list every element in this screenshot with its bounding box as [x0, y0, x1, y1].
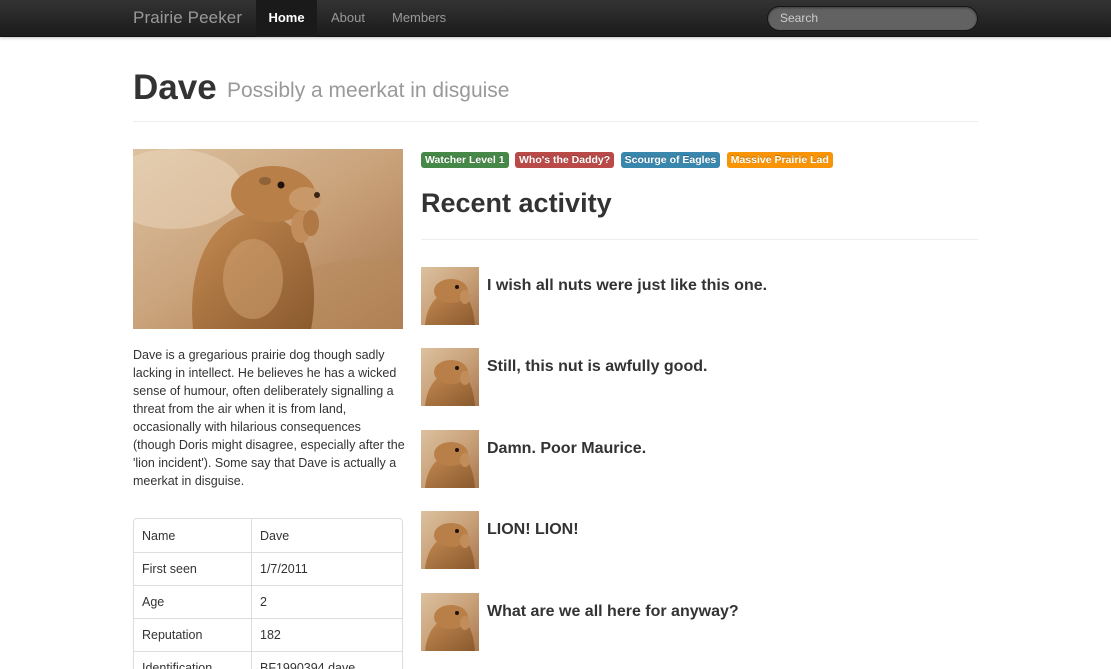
activity-text: I wish all nuts were just like this one. — [487, 277, 768, 294]
activity-item: Still, this nut is awfully good. — [421, 348, 978, 406]
table-row: Age 2 — [134, 585, 402, 618]
badge-list: Watcher Level 1 Who's the Daddy? Scourge… — [421, 150, 835, 168]
badge-massive-prairie-lad: Massive Prairie Lad — [726, 152, 833, 168]
stat-value: 1/7/2011 — [252, 552, 402, 585]
badge-scourge-of-eagles: Scourge of Eagles — [620, 152, 721, 168]
table-row: First seen 1/7/2011 — [134, 552, 402, 585]
prairie-dog-photo — [133, 149, 403, 329]
stat-value: 2 — [252, 585, 402, 618]
table-row: Identification BF1990394 dave — [134, 651, 402, 669]
activity-item: LION! LION! — [421, 511, 978, 569]
profile-tagline: Possibly a meerkat in disguise — [227, 79, 510, 102]
table-row: Name Dave — [134, 519, 402, 552]
page-header: Dave Possibly a meerkat in disguise — [133, 64, 978, 122]
stat-label: Name — [134, 519, 252, 552]
activity-item: What are we all here for anyway? — [421, 593, 978, 651]
nav-home[interactable]: Home — [256, 0, 317, 37]
stat-label: Identification — [134, 651, 252, 669]
nav-about[interactable]: About — [331, 0, 365, 37]
avatar[interactable] — [421, 593, 479, 651]
activity-text: Still, this nut is awfully good. — [487, 358, 708, 375]
activity-text: Damn. Poor Maurice. — [487, 440, 647, 457]
table-row: Reputation 182 — [134, 618, 402, 651]
activity-text: What are we all here for anyway? — [487, 603, 739, 620]
profile-stats-table: Name Dave First seen 1/7/2011 Age 2 Repu… — [133, 518, 403, 669]
activity-title: Recent activity — [421, 188, 612, 218]
activity-item: Damn. Poor Maurice. — [421, 430, 978, 488]
avatar[interactable] — [421, 430, 479, 488]
search-input[interactable]: Search — [767, 6, 978, 31]
stat-value: Dave — [260, 528, 290, 543]
avatar[interactable] — [421, 348, 479, 406]
brand-link[interactable]: Prairie Peeker — [133, 0, 242, 37]
avatar[interactable] — [421, 511, 479, 569]
profile-bio: Dave is a gregarious prairie dog though … — [133, 348, 405, 488]
stat-value: BF1990394 dave — [252, 651, 402, 669]
top-navbar: Prairie Peeker Home About Members Search — [0, 0, 1111, 37]
activity-text: LION! LION! — [487, 521, 579, 538]
stat-value: 182 — [252, 618, 402, 651]
divider — [421, 239, 978, 240]
profile-name: Dave — [133, 68, 217, 107]
avatar[interactable] — [421, 267, 479, 325]
stat-label: Reputation — [134, 618, 252, 651]
activity-item: I wish all nuts were just like this one. — [421, 267, 978, 325]
badge-whos-the-daddy: Who's the Daddy? — [515, 152, 615, 168]
nav-members[interactable]: Members — [392, 0, 446, 37]
stat-label: First seen — [134, 552, 252, 585]
badge-watcher: Watcher Level 1 — [421, 152, 509, 168]
stat-label: Age — [134, 585, 252, 618]
